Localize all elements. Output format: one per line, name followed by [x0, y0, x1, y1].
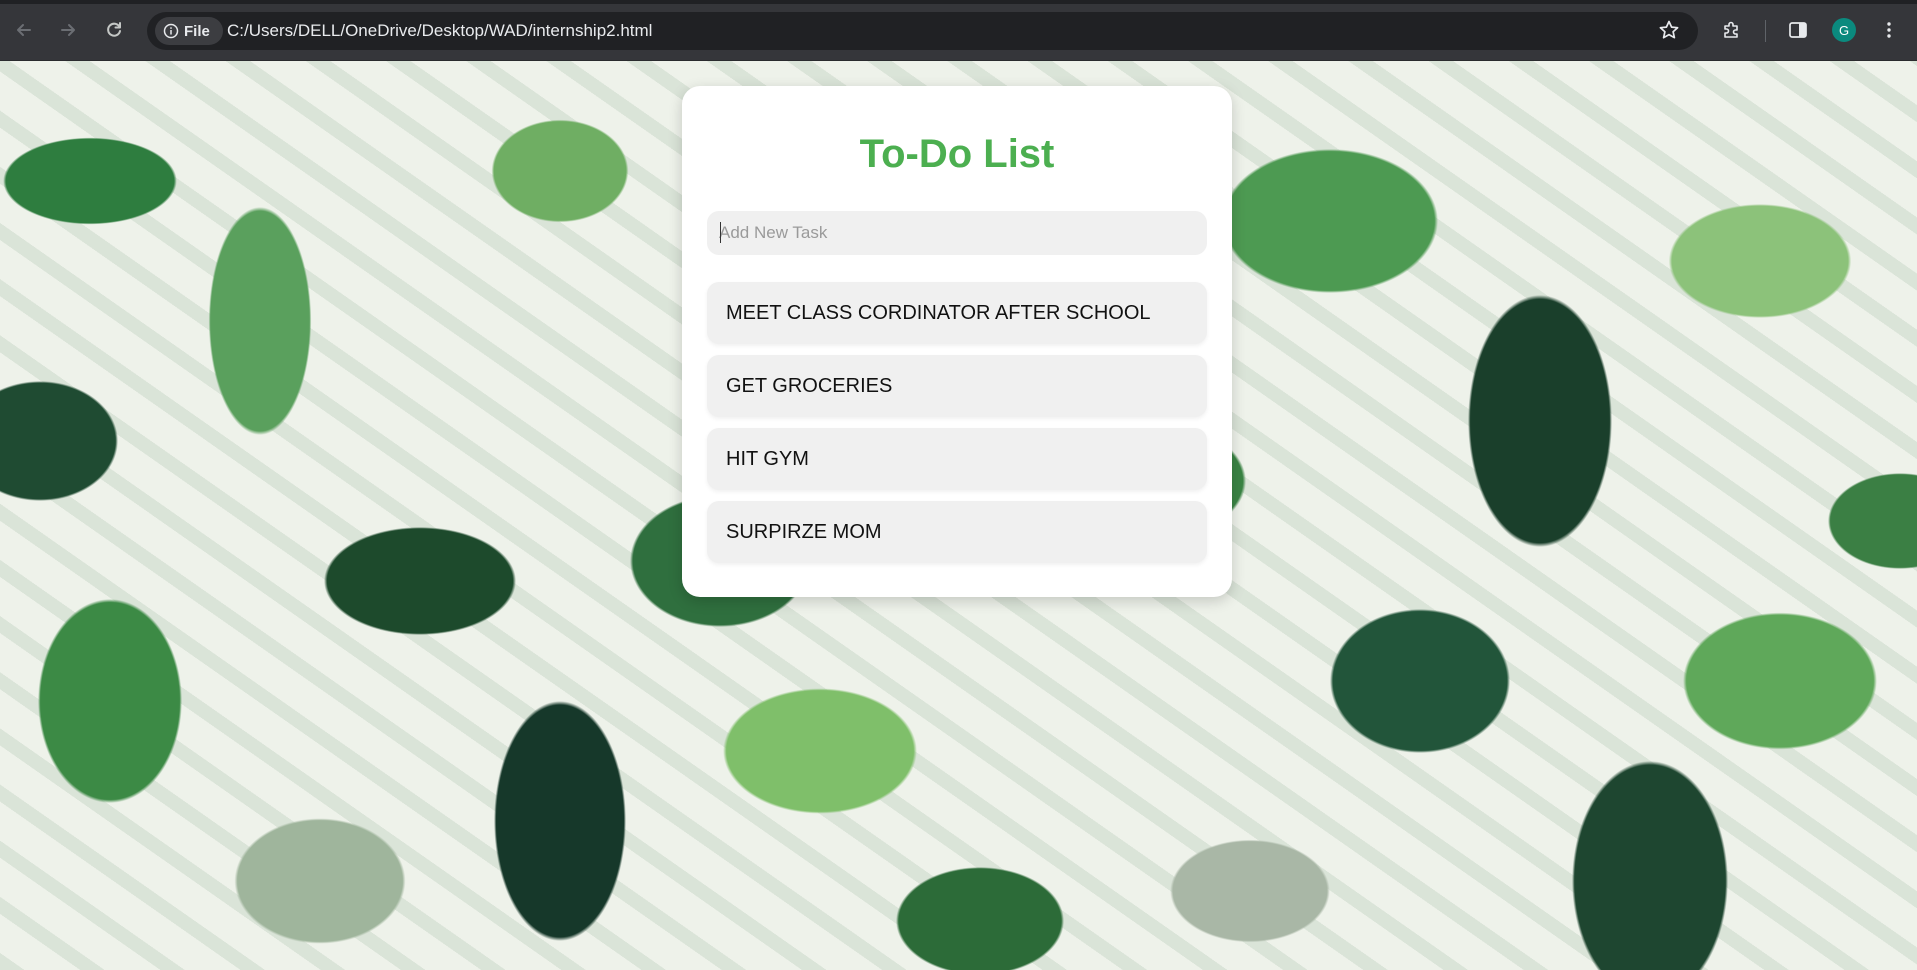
new-task-input[interactable] [707, 211, 1207, 255]
back-arrow-icon [17, 24, 31, 36]
forward-arrow-icon [61, 24, 75, 36]
info-icon [163, 23, 179, 39]
toolbar-divider [1765, 20, 1766, 42]
kebab-menu-icon [1887, 22, 1891, 38]
address-bar[interactable]: File C:/Users/DELL/OneDrive/Desktop/WAD/… [147, 12, 1698, 50]
text-cursor [720, 222, 721, 243]
profile-button[interactable]: G [1828, 14, 1860, 46]
task-list: MEET CLASS CORDINATOR AFTER SCHOOL GET G… [707, 282, 1207, 574]
todo-card: To-Do List MEET CLASS CORDINATOR AFTER S… [682, 86, 1232, 597]
site-chip-label: File [184, 22, 210, 40]
task-item[interactable]: SURPIRZE MOM [707, 501, 1207, 563]
site-info-chip[interactable]: File [155, 17, 223, 45]
forward-button[interactable] [52, 14, 84, 46]
task-item[interactable]: GET GROCERIES [707, 355, 1207, 417]
tab-strip [0, 0, 1917, 4]
page-title: To-Do List [859, 132, 1055, 176]
browser-toolbar: File C:/Users/DELL/OneDrive/Desktop/WAD/… [0, 0, 1917, 61]
browser-menu-button[interactable] [1873, 14, 1905, 46]
reload-icon [107, 22, 121, 37]
task-item[interactable]: HIT GYM [707, 428, 1207, 490]
page-background: To-Do List MEET CLASS CORDINATOR AFTER S… [0, 61, 1917, 970]
extensions-button[interactable] [1716, 14, 1748, 46]
star-icon [1659, 20, 1679, 39]
side-panel-button[interactable] [1782, 14, 1814, 46]
avatar: G [1832, 18, 1856, 42]
url-text[interactable]: C:/Users/DELL/OneDrive/Desktop/WAD/inter… [227, 21, 652, 41]
task-item[interactable]: MEET CLASS CORDINATOR AFTER SCHOOL [707, 282, 1207, 344]
puzzle-icon [1724, 21, 1738, 38]
bookmark-button[interactable] [1653, 14, 1685, 46]
reload-button[interactable] [98, 14, 130, 46]
back-button[interactable] [8, 14, 40, 46]
side-panel-icon [1789, 22, 1807, 38]
